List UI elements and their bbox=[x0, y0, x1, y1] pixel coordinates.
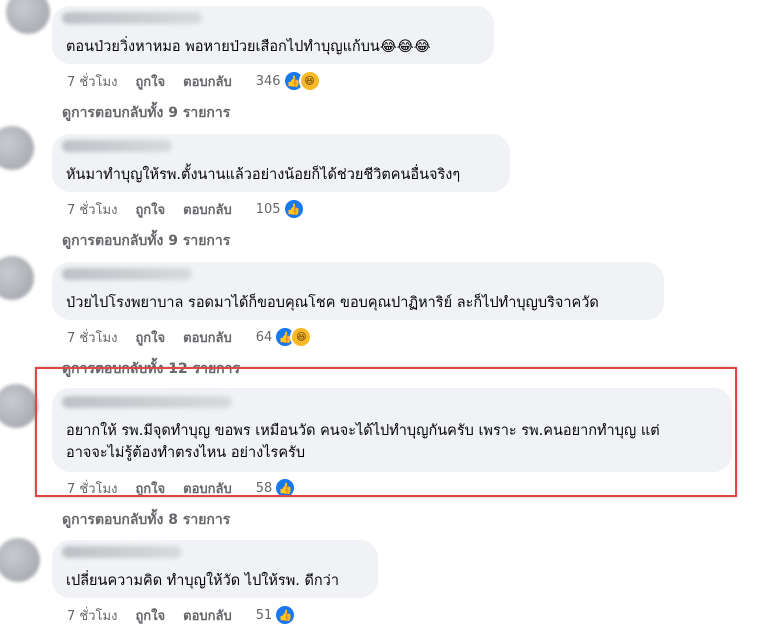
comment-text: ป่วยไปโรงพยาบาล รอดมาได้ก็ขอบคุณโชค ขอบค… bbox=[66, 295, 599, 311]
view-replies-link[interactable]: ดูการตอบกลับทั้ง 9 รายการ bbox=[62, 102, 230, 124]
comment-bubble: เปลี่ยนความคิด ทำบุญให้วัด ไปให้รพ. ดีกว… bbox=[52, 540, 378, 598]
commenter-name[interactable] bbox=[62, 140, 172, 152]
commenter-name[interactable] bbox=[62, 268, 192, 280]
comment-bubble: ป่วยไปโรงพยาบาล รอดมาได้ก็ขอบคุณโชค ขอบค… bbox=[52, 262, 664, 320]
reaction-count[interactable]: 64 bbox=[256, 330, 273, 345]
haha-icon[interactable]: 😆 bbox=[298, 70, 321, 92]
comment-actions: 7 ชั่วโมง ถูกใจ ตอบกลับ 105 👍 bbox=[67, 198, 305, 220]
commenter-name[interactable] bbox=[62, 12, 202, 24]
like-button[interactable]: ถูกใจ bbox=[135, 327, 165, 348]
comment-actions: 7 ชั่วโมง ถูกใจ ตอบกลับ 346 👍 😆 bbox=[67, 70, 321, 92]
comment-timestamp[interactable]: 7 ชั่วโมง bbox=[67, 327, 117, 348]
like-button[interactable]: ถูกใจ bbox=[135, 605, 165, 626]
avatar[interactable] bbox=[0, 538, 40, 582]
haha-icon[interactable]: 😆 bbox=[290, 326, 313, 348]
comment-timestamp[interactable]: 7 ชั่วโมง bbox=[67, 605, 117, 626]
reaction-count[interactable]: 51 bbox=[256, 608, 273, 623]
comment-timestamp[interactable]: 7 ชั่วโมง bbox=[67, 71, 117, 92]
view-replies-link[interactable]: ดูการตอบกลับทั้ง 8 รายการ bbox=[62, 509, 230, 531]
avatar[interactable] bbox=[6, 0, 50, 34]
reply-button[interactable]: ตอบกลับ bbox=[183, 327, 232, 348]
comment-actions: 7 ชั่วโมง ถูกใจ ตอบกลับ 64 👍 😆 bbox=[67, 326, 313, 348]
like-button[interactable]: ถูกใจ bbox=[135, 199, 165, 220]
avatar[interactable] bbox=[0, 384, 38, 428]
like-icon[interactable]: 👍 bbox=[282, 198, 305, 220]
comment-bubble: ตอนป่วยวิ่งหาหมอ พอหายป่วยเสือกไปทำบุญแก… bbox=[52, 6, 494, 64]
highlight-box bbox=[35, 367, 737, 497]
commenter-name[interactable] bbox=[62, 546, 182, 558]
avatar[interactable] bbox=[0, 256, 34, 300]
view-replies-link[interactable]: ดูการตอบกลับทั้ง 9 รายการ bbox=[62, 230, 230, 252]
reaction-count[interactable]: 105 bbox=[256, 202, 281, 217]
avatar[interactable] bbox=[0, 126, 34, 170]
comment-text: หันมาทำบุญให้รพ.ตั้งนานแล้วอย่างน้อยก็ได… bbox=[66, 167, 461, 183]
comment-timestamp[interactable]: 7 ชั่วโมง bbox=[67, 199, 117, 220]
comment-bubble: หันมาทำบุญให้รพ.ตั้งนานแล้วอย่างน้อยก็ได… bbox=[52, 134, 510, 192]
like-button[interactable]: ถูกใจ bbox=[135, 71, 165, 92]
reply-button[interactable]: ตอบกลับ bbox=[183, 71, 232, 92]
reaction-count[interactable]: 346 bbox=[256, 74, 281, 89]
reply-button[interactable]: ตอบกลับ bbox=[183, 199, 232, 220]
comment-text: ตอนป่วยวิ่งหาหมอ พอหายป่วยเสือกไปทำบุญแก… bbox=[66, 39, 431, 55]
comment-text: เปลี่ยนความคิด ทำบุญให้วัด ไปให้รพ. ดีกว… bbox=[66, 573, 339, 589]
reply-button[interactable]: ตอบกลับ bbox=[183, 605, 232, 626]
